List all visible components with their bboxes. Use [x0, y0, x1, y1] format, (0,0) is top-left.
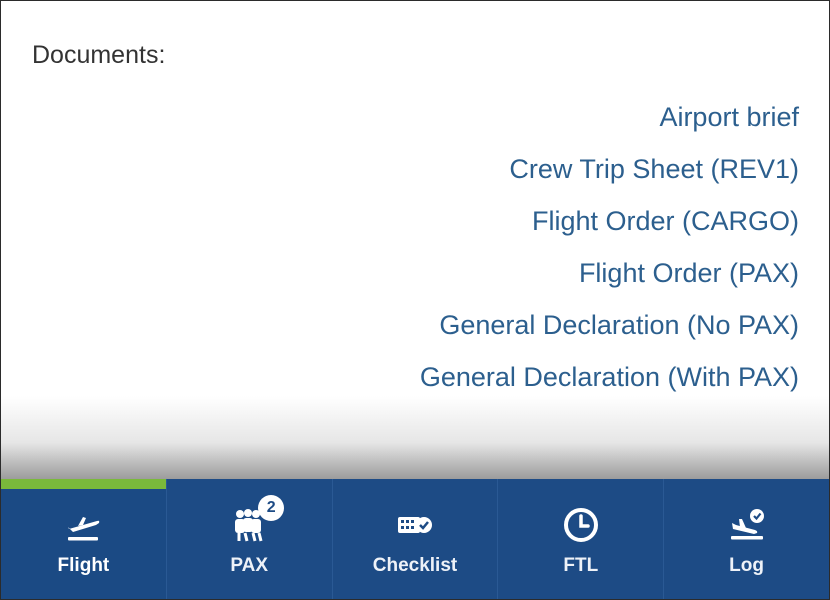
doc-link-crew-trip-sheet[interactable]: Crew Trip Sheet (REV1) — [509, 143, 799, 195]
tab-checklist[interactable]: Checklist — [331, 479, 498, 599]
doc-link-airport-brief[interactable]: Airport brief — [659, 91, 799, 143]
doc-link-flight-order-pax[interactable]: Flight Order (PAX) — [579, 247, 799, 299]
documents-heading: Documents: — [32, 41, 166, 69]
tab-ftl[interactable]: FTL — [497, 479, 663, 599]
documents-list: Airport brief Crew Trip Sheet (REV1) Fli… — [420, 91, 799, 403]
tab-pax[interactable]: 2 PAX — [165, 479, 332, 599]
takeoff-icon — [60, 503, 106, 547]
pax-count-badge: 2 — [258, 495, 285, 521]
scroll-fade-shadow — [1, 396, 829, 480]
doc-link-flight-order-cargo[interactable]: Flight Order (CARGO) — [532, 195, 799, 247]
clock-icon — [558, 503, 604, 547]
landing-check-icon — [724, 503, 770, 547]
tab-flight[interactable]: Flight — [1, 479, 166, 599]
tab-log[interactable]: Log — [663, 479, 829, 599]
passengers-icon: 2 — [226, 495, 285, 547]
tab-checklist-label: Checklist — [372, 555, 458, 576]
tab-log-label: Log — [729, 555, 764, 576]
doc-link-gendec-no-pax[interactable]: General Declaration (No PAX) — [439, 299, 799, 351]
doc-link-gendec-with-pax[interactable]: General Declaration (With PAX) — [420, 351, 799, 403]
documents-panel: Documents: Airport brief Crew Trip Sheet… — [1, 1, 829, 480]
app-frame: Documents: Airport brief Crew Trip Sheet… — [0, 0, 830, 600]
active-tab-indicator — [1, 479, 166, 489]
tab-flight-label: Flight — [57, 555, 110, 576]
checklist-icon — [392, 503, 438, 547]
tab-pax-label: PAX — [230, 555, 269, 576]
bottom-tab-bar: Flight 2 PAX Checklist FTL Log — [1, 479, 829, 599]
tab-ftl-label: FTL — [563, 555, 599, 576]
